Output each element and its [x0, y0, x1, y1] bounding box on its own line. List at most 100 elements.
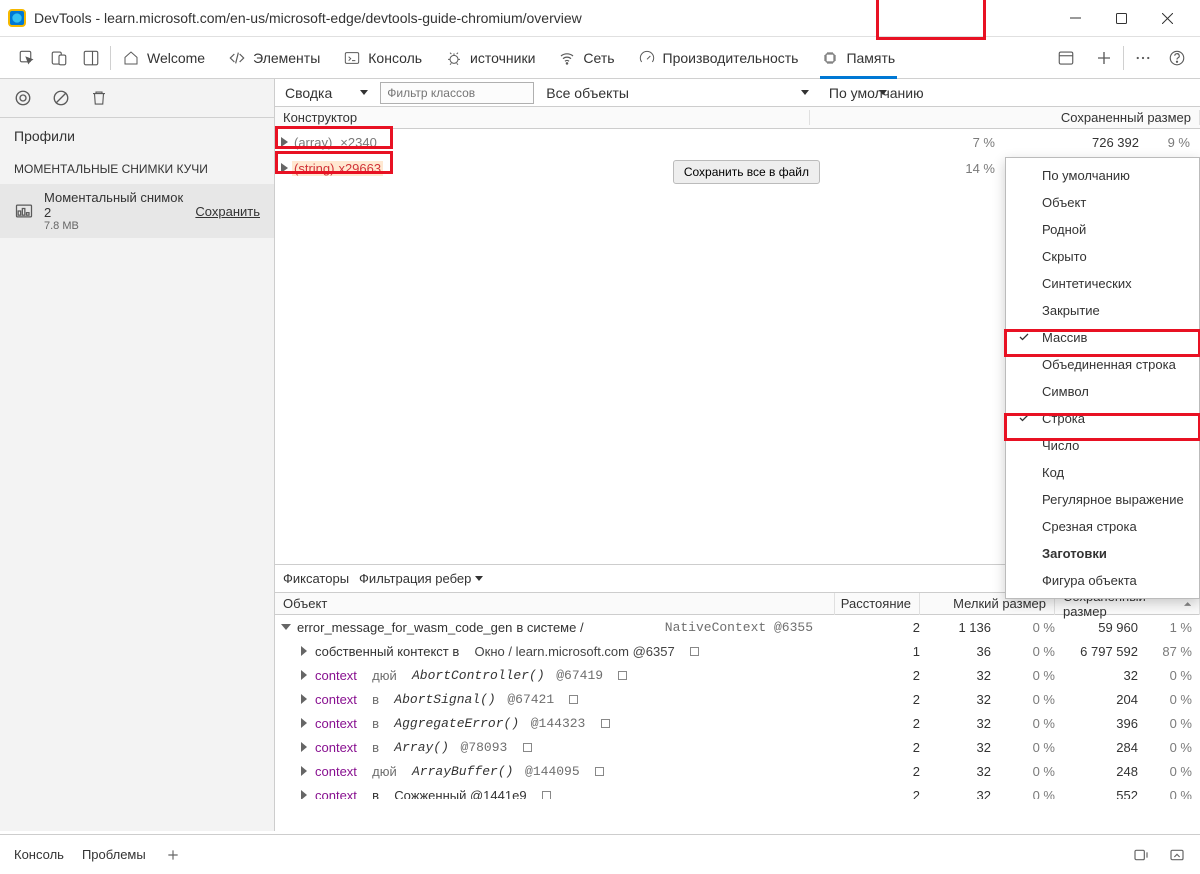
summary-label: Сводка	[285, 85, 332, 101]
retainer-row[interactable]: context дюй ArrayBuffer() @144095 2320 %…	[275, 759, 1200, 783]
expand-icon[interactable]	[301, 694, 307, 704]
panel-icon[interactable]	[1057, 49, 1075, 67]
device-icon[interactable]	[50, 49, 68, 67]
content-area: Сводка Все объекты По умолчанию Конструк…	[275, 79, 1200, 831]
console-icon	[344, 50, 360, 66]
menu-item-14[interactable]: Заготовки	[1006, 540, 1199, 567]
drawer-console-tab[interactable]: Консоль	[14, 843, 64, 866]
menu-item-15[interactable]: Фигура объекта	[1006, 567, 1199, 594]
tab-network[interactable]: Сеть	[547, 37, 626, 79]
retainer-row[interactable]: context в Сожженный @1441e9 2320 %5520 %	[275, 783, 1200, 799]
menu-item-1[interactable]: Объект	[1006, 189, 1199, 216]
expand-icon[interactable]	[301, 670, 307, 680]
app-icon	[8, 9, 26, 27]
more-icon[interactable]	[1134, 49, 1152, 67]
tab-sources-label: источники	[470, 50, 535, 66]
tab-console[interactable]: Консоль	[332, 37, 434, 79]
snapshot-title: Моментальный снимок 2	[44, 190, 185, 220]
expand-icon[interactable]	[281, 624, 291, 630]
close-button[interactable]	[1144, 3, 1190, 33]
menu-item-3[interactable]: Скрыто	[1006, 243, 1199, 270]
dock-icon[interactable]	[82, 49, 100, 67]
ret-col-object[interactable]: Объект	[275, 593, 835, 615]
expand-icon[interactable]	[301, 718, 307, 728]
tab-welcome-label: Welcome	[147, 50, 205, 66]
menu-item-7[interactable]: Объединенная строка	[1006, 351, 1199, 378]
class-filter-input[interactable]	[380, 82, 534, 104]
column-constructor[interactable]: Конструктор	[275, 110, 810, 125]
type-array: (array)	[292, 135, 334, 150]
expand-icon[interactable]	[301, 790, 307, 799]
menu-item-4[interactable]: Синтетических	[1006, 270, 1199, 297]
code-icon	[229, 50, 245, 66]
drawer-issues-tab[interactable]: Проблемы	[82, 843, 146, 866]
menu-item-12[interactable]: Регулярное выражение	[1006, 486, 1199, 513]
count-array: ×2340	[340, 135, 377, 150]
snapshots-header: МОМЕНТАЛЬНЫЕ СНИМКИ КУЧИ	[0, 154, 274, 184]
count-string: x29663	[336, 161, 383, 176]
expand-icon[interactable]	[301, 766, 307, 776]
menu-item-0[interactable]: По умолчанию	[1006, 162, 1199, 189]
record-icon[interactable]	[14, 89, 32, 107]
minimize-button[interactable]	[1052, 3, 1098, 33]
expand-icon[interactable]	[281, 137, 288, 147]
default-dropdown[interactable]: По умолчанию	[819, 79, 1200, 107]
inspect-icon[interactable]	[18, 49, 36, 67]
menu-item-10[interactable]: Число	[1006, 432, 1199, 459]
window-title: DevTools - learn.microsoft.com/en-us/mic…	[34, 10, 582, 26]
tab-memory-label: Память	[846, 50, 895, 66]
retainer-row[interactable]: context в AbortSignal() @67421 2320 %204…	[275, 687, 1200, 711]
retainer-row[interactable]: context в AggregateError() @144323 2320 …	[275, 711, 1200, 735]
window-titlebar: DevTools - learn.microsoft.com/en-us/mic…	[0, 0, 1200, 37]
chip-icon	[822, 50, 838, 66]
save-all-button[interactable]: Сохранить все в файл	[673, 160, 820, 184]
ret-col-distance[interactable]: Расстояние	[835, 593, 920, 615]
tab-welcome[interactable]: Welcome	[111, 37, 217, 79]
retainer-row[interactable]: error_message_for_wasm_code_gen в систем…	[275, 615, 1200, 639]
wifi-icon	[559, 50, 575, 66]
plus-icon[interactable]	[1095, 49, 1113, 67]
snapshot-item[interactable]: Моментальный снимок 2 7.8 MB Сохранить	[0, 184, 274, 238]
drawer: Консоль Проблемы	[0, 834, 1200, 874]
drawer-undo-icon[interactable]	[1132, 846, 1150, 864]
retainer-row[interactable]: context в Array() @78093 2320 %2840 %	[275, 735, 1200, 759]
type-string: (string)	[292, 161, 336, 176]
bug-icon	[446, 50, 462, 66]
expand-icon[interactable]	[301, 742, 307, 752]
maximize-button[interactable]	[1098, 3, 1144, 33]
tab-performance[interactable]: Производительность	[627, 37, 811, 79]
main-toolbar: Welcome Элементы Консоль источники Сеть …	[0, 37, 1200, 79]
tab-memory[interactable]: Память	[810, 37, 907, 79]
expand-icon[interactable]	[301, 646, 307, 656]
menu-item-9[interactable]: Строка	[1006, 405, 1199, 432]
delete-icon[interactable]	[90, 89, 108, 107]
column-retained[interactable]: Сохраненный размер	[1005, 110, 1200, 125]
retainers-tab[interactable]: Фиксаторы	[283, 571, 349, 586]
menu-item-13[interactable]: Срезная строка	[1006, 513, 1199, 540]
expand-icon[interactable]	[281, 163, 288, 173]
summary-dropdown[interactable]: Сводка	[275, 79, 378, 107]
tab-network-label: Сеть	[583, 50, 614, 66]
sidebar: Профили МОМЕНТАЛЬНЫЕ СНИМКИ КУЧИ Момента…	[0, 79, 275, 831]
drawer-expand-icon[interactable]	[1168, 846, 1186, 864]
menu-item-2[interactable]: Родной	[1006, 216, 1199, 243]
menu-item-11[interactable]: Код	[1006, 459, 1199, 486]
clear-icon[interactable]	[52, 89, 70, 107]
drawer-plus-icon[interactable]	[164, 846, 182, 864]
constructor-row-array[interactable]: (array) ×2340 7 % 726 3929 %	[275, 129, 1200, 155]
snapshot-size: 7.8 MB	[44, 220, 185, 232]
retainer-row[interactable]: context дюй AbortController() @67419 232…	[275, 663, 1200, 687]
tab-sources[interactable]: источники	[434, 37, 547, 79]
tab-console-label: Консоль	[368, 50, 422, 66]
menu-item-8[interactable]: Символ	[1006, 378, 1199, 405]
snapshot-icon	[14, 201, 34, 221]
help-icon[interactable]	[1168, 49, 1186, 67]
menu-item-5[interactable]: Закрытие	[1006, 297, 1199, 324]
tab-elements-label: Элементы	[253, 50, 320, 66]
retainer-row[interactable]: собственный контекст в Окно / learn.micr…	[275, 639, 1200, 663]
edge-filter-dropdown[interactable]: Фильтрация ребер	[359, 571, 483, 586]
snapshot-save-link[interactable]: Сохранить	[195, 204, 260, 219]
tab-elements[interactable]: Элементы	[217, 37, 332, 79]
all-objects-dropdown[interactable]: Все объекты	[536, 79, 819, 107]
menu-item-6[interactable]: Массив	[1006, 324, 1199, 351]
